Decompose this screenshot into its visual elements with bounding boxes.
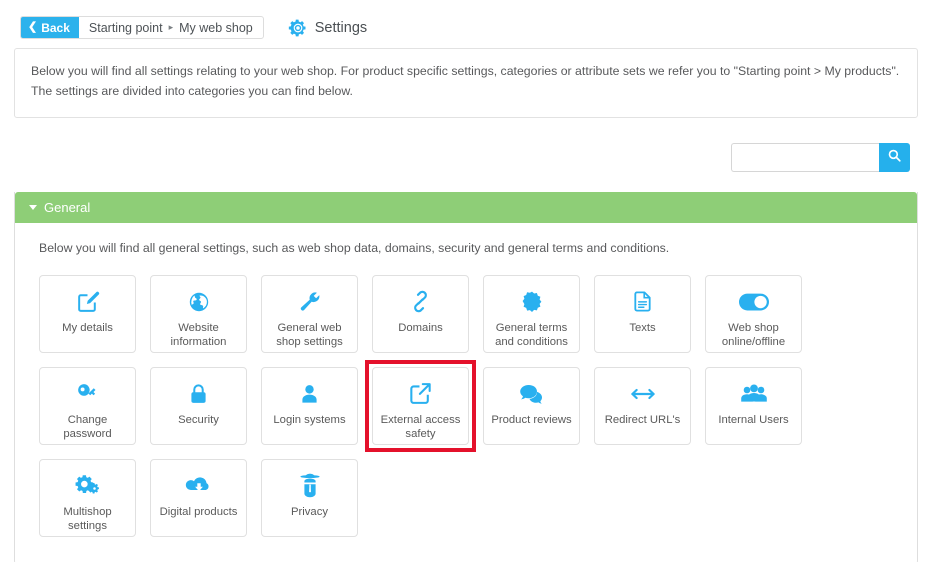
tile-label: Privacy [290, 505, 329, 518]
tile-product-reviews[interactable]: Product reviews [483, 366, 580, 445]
search-button[interactable] [879, 142, 910, 172]
tile-label: Digital products [159, 505, 238, 518]
tile-domains[interactable]: Domains [372, 274, 469, 353]
tile-label: Domains [398, 321, 443, 334]
tile-label: Product reviews [491, 413, 572, 426]
tile-label: Change password [63, 413, 112, 441]
tile-website-information[interactable]: Website information [150, 274, 247, 353]
tile-web-shop-online-offline[interactable]: Web shop online/offline [705, 274, 802, 353]
settings-tile-grid: My details Website information General w… [15, 255, 917, 562]
tile-redirect-urls[interactable]: Redirect URL's [594, 366, 691, 445]
back-button[interactable]: ❮ Back [21, 17, 79, 38]
speech-bubbles-icon [519, 381, 545, 407]
cloud-download-icon [185, 473, 213, 499]
tile-label: General terms and conditions [495, 321, 568, 349]
general-panel-header[interactable]: General [15, 191, 917, 223]
wrench-icon [298, 289, 322, 315]
gear-icon [288, 18, 308, 38]
caret-down-icon[interactable] [29, 204, 37, 210]
tile-external-access-safety[interactable]: External access safety [365, 359, 476, 452]
search-input[interactable] [731, 142, 879, 172]
tile-label: My details [62, 321, 113, 334]
toggle-switch-icon [738, 289, 769, 315]
tile-texts[interactable]: Texts [594, 274, 691, 353]
page-title: Settings [288, 18, 367, 38]
tile-label: Website information [170, 321, 227, 349]
page-title-label: Settings [314, 19, 368, 36]
search-row [0, 142, 910, 172]
tile-label: Web shop online/offline [721, 321, 786, 349]
intro-text: Below you will find all settings relatin… [31, 64, 900, 98]
back-button-label: Back [41, 20, 70, 35]
tile-privacy[interactable]: Privacy [261, 458, 358, 537]
external-link-icon [408, 381, 433, 407]
tile-label: Redirect URL's [604, 413, 681, 426]
tile-internal-users[interactable]: Internal Users [705, 366, 802, 445]
general-panel-description: Below you will find all general settings… [39, 240, 670, 255]
tile-security[interactable]: Security [150, 366, 247, 445]
spy-icon [299, 473, 321, 499]
globe-icon [187, 289, 211, 315]
key-icon [75, 381, 100, 407]
tile-general-terms-and-conditions[interactable]: General terms and conditions [483, 274, 580, 353]
user-icon [298, 381, 321, 407]
breadcrumb: ❮ Back Starting point ▸ My web shop [20, 16, 264, 39]
certificate-badge-icon [520, 289, 544, 315]
intro-panel: Below you will find all settings relatin… [14, 48, 918, 118]
tile-login-systems[interactable]: Login systems [261, 366, 358, 445]
tile-my-details[interactable]: My details [39, 274, 136, 353]
chain-links-icon [408, 289, 433, 315]
double-arrow-icon [629, 381, 657, 407]
breadcrumb-separator-icon: ▸ [168, 22, 174, 32]
tile-label: Security [178, 413, 219, 426]
users-group-icon [740, 381, 768, 407]
tile-label: Multishop settings [63, 505, 112, 533]
tile-general-web-shop-settings[interactable]: General web shop settings [261, 274, 358, 353]
tile-label: Texts [629, 321, 656, 334]
search-icon [887, 148, 902, 166]
tile-label: Internal Users [718, 413, 789, 426]
tile-label: Login systems [273, 413, 346, 426]
tile-label: General web shop settings [276, 321, 343, 349]
search-box [731, 142, 910, 172]
breadcrumb-item-starting-point[interactable]: Starting point [89, 21, 163, 35]
general-panel-title: General [44, 199, 91, 215]
arrow-left-icon: ❮ [28, 21, 38, 33]
general-panel: General Below you will find all general … [14, 191, 918, 562]
padlock-icon [187, 381, 210, 407]
tile-digital-products[interactable]: Digital products [150, 458, 247, 537]
breadcrumb-trail: Starting point ▸ My web shop [79, 17, 263, 38]
pencil-square-icon [75, 289, 100, 315]
tile-label: External access safety [380, 413, 461, 441]
document-lines-icon [631, 289, 654, 315]
gears-icon [74, 473, 101, 499]
breadcrumb-item-my-web-shop[interactable]: My web shop [179, 21, 253, 35]
tile-change-password[interactable]: Change password [39, 366, 136, 445]
top-bar: ❮ Back Starting point ▸ My web shop Sett… [0, 0, 932, 44]
tile-multishop-settings[interactable]: Multishop settings [39, 458, 136, 537]
